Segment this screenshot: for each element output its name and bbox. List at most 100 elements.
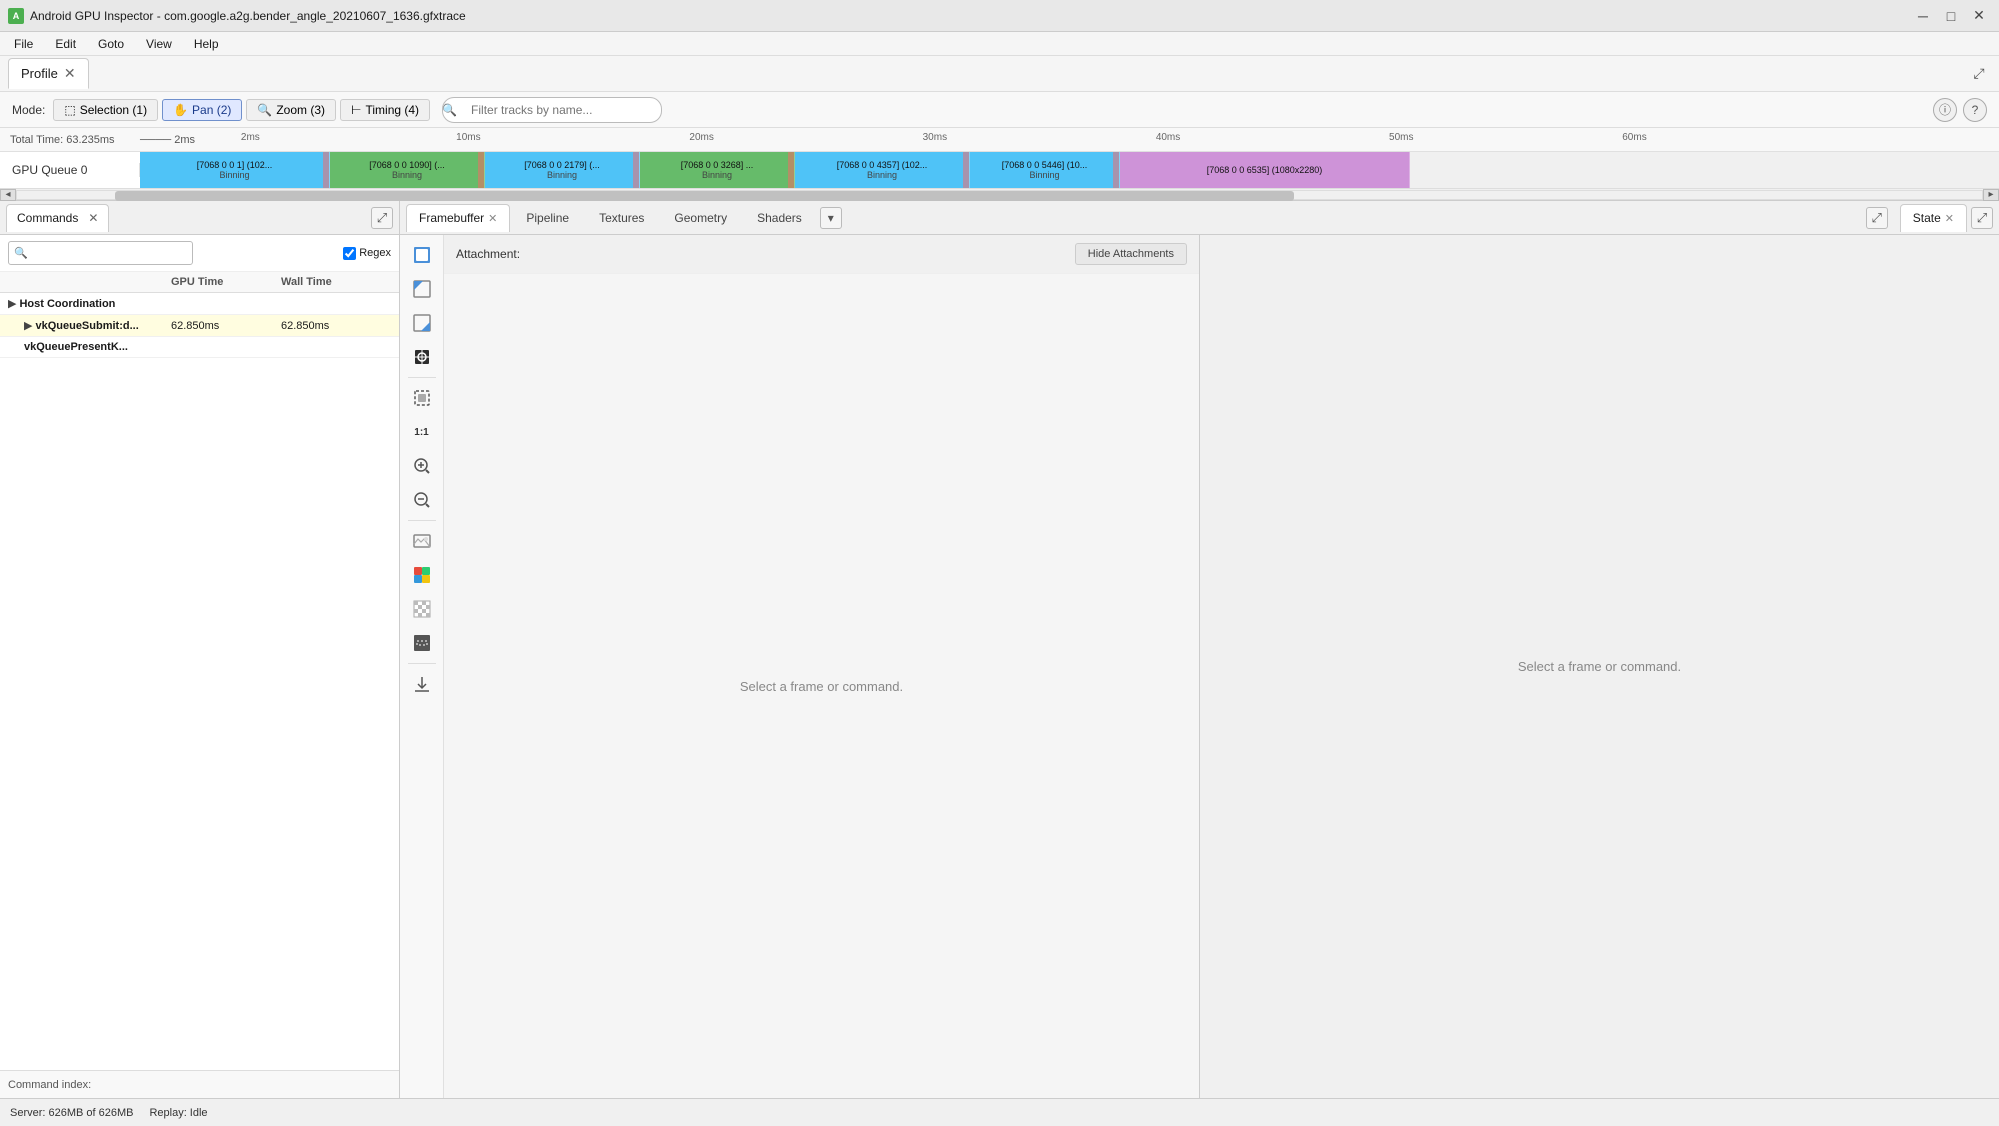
timeline-scale: ──── 2ms	[140, 134, 195, 146]
menu-help[interactable]: Help	[184, 35, 229, 53]
commands-expand-button[interactable]: ⤢	[371, 207, 393, 229]
frame-select-button[interactable]	[406, 239, 438, 271]
checkerboard-button[interactable]	[406, 593, 438, 625]
framebuffer-header: Attachment: Hide Attachments	[444, 235, 1199, 274]
scroll-thumb[interactable]	[115, 191, 1294, 201]
zoom-out-button[interactable]	[406, 484, 438, 516]
timing-mode-button[interactable]: ⊢ Timing (4)	[340, 99, 430, 121]
maximize-button[interactable]: □	[1939, 4, 1963, 28]
replay-label: Replay:	[149, 1107, 186, 1119]
zoom-out-icon	[413, 491, 431, 509]
commands-tab[interactable]: Commands ✕	[6, 204, 109, 232]
tick-20ms: 20ms	[689, 132, 713, 143]
actual-size-button[interactable]: 1:1	[406, 416, 438, 448]
frame-icon	[413, 246, 431, 264]
state-tab-area: ⤢ State ✕ ⤢	[1866, 204, 1993, 232]
cmd-name-host: ▶ Host Coordination	[8, 297, 171, 310]
filter-wrapper: 🔍	[434, 97, 662, 123]
tab-geometry[interactable]: Geometry	[660, 204, 741, 232]
commands-search-input[interactable]	[8, 241, 193, 265]
track-segment-2[interactable]: [7068 0 0 2179] (... Binning	[485, 152, 640, 188]
gpu-queue-tracks[interactable]: [7068 0 0 1] (102... Binning [7068 0 0 1…	[140, 152, 1999, 188]
tab-textures[interactable]: Textures	[585, 204, 658, 232]
solid-icon	[413, 634, 431, 652]
track-segment-1[interactable]: [7068 0 0 1090] (... Binning	[330, 152, 485, 188]
track-segment-3[interactable]: [7068 0 0 3268] ... Binning	[640, 152, 795, 188]
close-window-button[interactable]: ✕	[1967, 4, 1991, 28]
server-status: Server: 626MB of 626MB	[10, 1107, 133, 1119]
filter-tracks-input[interactable]	[442, 97, 662, 123]
server-value: 626MB of 626MB	[48, 1107, 133, 1119]
timeline-ticks: 2ms 10ms 20ms 30ms 40ms 50ms 60ms	[205, 128, 1999, 152]
tick-10ms: 10ms	[456, 132, 480, 143]
scroll-track[interactable]	[16, 190, 1983, 200]
track-segment-5[interactable]: [7068 0 0 5446] (10... Binning	[970, 152, 1120, 188]
help-button[interactable]: ?	[1963, 98, 1987, 122]
framebuffer-tab-close[interactable]: ✕	[488, 212, 497, 225]
solid-bg-button[interactable]	[406, 627, 438, 659]
hide-attachments-button[interactable]: Hide Attachments	[1075, 243, 1187, 265]
table-row[interactable]: ▶ Host Coordination	[0, 293, 399, 315]
app-title: Android GPU Inspector - com.google.a2g.b…	[30, 9, 466, 23]
fit-screen-button[interactable]	[406, 382, 438, 414]
crop-br-icon	[413, 314, 431, 332]
timeline-ruler: Total Time: 63.235ms ──── 2ms 2ms 10ms 2…	[0, 128, 1999, 152]
tab-state[interactable]: State ✕	[1900, 204, 1967, 232]
regex-label[interactable]: Regex	[343, 247, 391, 260]
selection-icon: ⬚	[64, 103, 75, 117]
replay-status: Replay: Idle	[149, 1107, 207, 1119]
download-icon	[413, 675, 431, 693]
window-controls: ─ □ ✕	[1911, 4, 1991, 28]
menu-view[interactable]: View	[136, 35, 182, 53]
tick-30ms: 30ms	[923, 132, 947, 143]
table-row[interactable]: vkQueuePresentK...	[0, 337, 399, 358]
scroll-right-arrow[interactable]: ▸	[1983, 189, 1999, 201]
tabs-overflow-button[interactable]: ▾	[820, 207, 842, 229]
download-button[interactable]	[406, 668, 438, 700]
info-button[interactable]: ⓘ	[1933, 98, 1957, 122]
crosshair-button[interactable]	[406, 341, 438, 373]
crop-tl-button[interactable]	[406, 273, 438, 305]
tab-framebuffer[interactable]: Framebuffer ✕	[406, 204, 510, 232]
commands-tab-close[interactable]: ✕	[88, 211, 98, 225]
crop-tl-icon	[413, 280, 431, 298]
zoom-mode-button[interactable]: 🔍 Zoom (3)	[246, 99, 336, 121]
right-area: Framebuffer ✕ Pipeline Textures Geometry…	[400, 201, 1999, 1098]
profile-tab[interactable]: Profile ✕	[8, 58, 89, 89]
state-panel-expand[interactable]: ⤢	[1971, 207, 1993, 229]
color-channels-button[interactable]	[406, 559, 438, 591]
cmd-gpu-time-vksubmit: 62.850ms	[171, 320, 281, 332]
state-panel-content: Select a frame or command.	[1200, 235, 1999, 1098]
image-display-button[interactable]	[406, 525, 438, 557]
timeline-scrollbar[interactable]: ◂ ▸	[0, 188, 1999, 200]
track-segment-6[interactable]: [7068 0 0 6535] (1080x2280)	[1120, 152, 1410, 188]
table-row[interactable]: ▶ vkQueueSubmit:d... 62.850ms 62.850ms	[0, 315, 399, 337]
app-icon: A	[8, 8, 24, 24]
minimize-button[interactable]: ─	[1911, 4, 1935, 28]
profile-expand-button[interactable]: ⤢	[1967, 62, 1991, 86]
zoom-in-button[interactable]	[406, 450, 438, 482]
menu-edit[interactable]: Edit	[45, 35, 86, 53]
state-tab-close[interactable]: ✕	[1945, 212, 1954, 225]
menu-file[interactable]: File	[4, 35, 43, 53]
scroll-left-arrow[interactable]: ◂	[0, 189, 16, 201]
pan-icon: ✋	[173, 103, 188, 117]
command-index-bar: Command index:	[0, 1070, 399, 1098]
panel-tabs-row: Framebuffer ✕ Pipeline Textures Geometry…	[400, 201, 1999, 235]
tab-shaders[interactable]: Shaders	[743, 204, 816, 232]
col-gpu-time: GPU Time	[171, 276, 281, 288]
tick-60ms: 60ms	[1622, 132, 1646, 143]
profile-tab-close[interactable]: ✕	[64, 65, 76, 82]
pan-mode-button[interactable]: ✋ Pan (2)	[162, 99, 242, 121]
cmd-name-vkpresent: vkQueuePresentK...	[8, 341, 171, 353]
main-area: Profile ✕ ⤢ Mode: ⬚ Commands Selection (…	[0, 56, 1999, 1126]
framebuffer-panel-expand[interactable]: ⤢	[1866, 207, 1888, 229]
regex-checkbox[interactable]	[343, 247, 356, 260]
menu-goto[interactable]: Goto	[88, 35, 134, 53]
track-segment-0[interactable]: [7068 0 0 1] (102... Binning	[140, 152, 330, 188]
track-segment-4[interactable]: [7068 0 0 4357] (102... Binning	[795, 152, 970, 188]
tab-pipeline[interactable]: Pipeline	[512, 204, 583, 232]
attachment-label: Attachment:	[456, 247, 520, 261]
selection-mode-button[interactable]: ⬚ Commands Selection (1)	[53, 99, 158, 121]
crop-br-button[interactable]	[406, 307, 438, 339]
